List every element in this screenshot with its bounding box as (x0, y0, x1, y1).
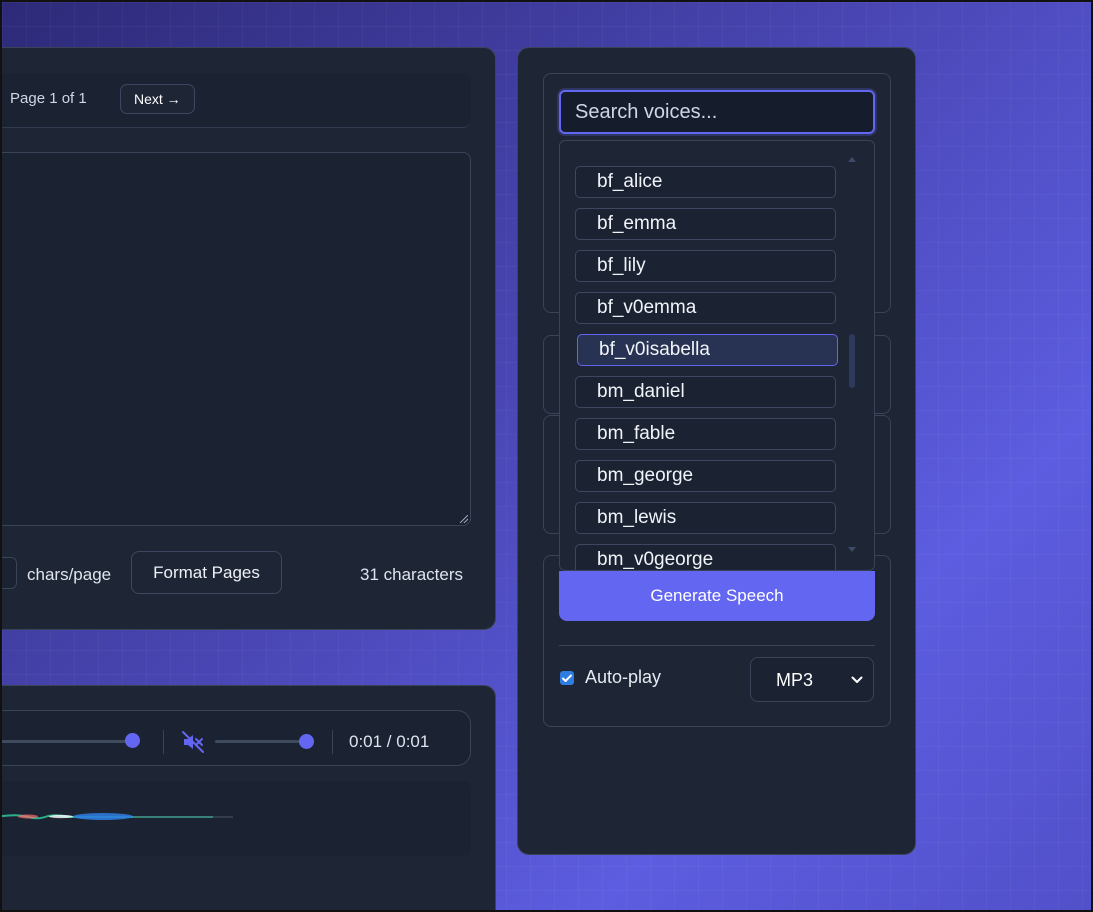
section-divider (559, 645, 875, 646)
voice-option-selected[interactable]: bf_v0isabella (577, 334, 838, 366)
app-background: { "editor": { "page_label": "Page 1 of 1… (0, 0, 1093, 912)
pagination-bar: Page 1 of 1 Next → (2, 73, 471, 128)
playback-time: 0:01 / 0:01 (349, 732, 430, 751)
text-input-area[interactable] (2, 152, 471, 526)
controls-divider (332, 730, 333, 754)
page-indicator: Page 1 of 1 (10, 90, 87, 107)
voice-dropdown-list[interactable]: bf_alice bf_emma bf_lily bf_v0emma bf_v0… (559, 140, 875, 571)
voice-settings-panel: bf_alice bf_emma bf_lily bf_v0emma bf_v0… (517, 47, 916, 855)
text-editor-panel: Page 1 of 1 Next → chars/page Format Pag… (2, 47, 496, 630)
autoplay-label: Auto-play (585, 667, 662, 687)
volume-slider[interactable] (215, 740, 305, 743)
seek-slider-thumb[interactable] (125, 733, 140, 748)
volume-slider-thumb[interactable] (299, 734, 314, 749)
chars-per-page-input[interactable] (2, 557, 17, 589)
chevron-down-icon (851, 676, 863, 683)
waveform-graphic (2, 813, 233, 820)
voice-option[interactable]: bm_lewis (575, 502, 836, 534)
scroll-up-icon[interactable] (848, 157, 856, 162)
controls-divider (163, 730, 164, 754)
character-count: 31 characters (360, 565, 463, 584)
voice-option[interactable]: bf_alice (575, 166, 836, 198)
voice-option[interactable]: bf_v0emma (575, 292, 836, 324)
generate-speech-button[interactable]: Generate Speech (559, 571, 875, 621)
autoplay-checkbox[interactable] (560, 671, 574, 685)
resize-handle-icon[interactable] (460, 515, 468, 523)
voice-option[interactable]: bf_lily (575, 250, 836, 282)
format-pages-button[interactable]: Format Pages (131, 551, 282, 594)
voice-option[interactable]: bf_emma (575, 208, 836, 240)
volume-muted-icon[interactable] (181, 730, 205, 754)
chars-per-page-label: chars/page (27, 565, 112, 584)
voice-option[interactable]: bm_george (575, 460, 836, 492)
voice-search-input[interactable] (559, 90, 875, 134)
voice-option[interactable]: bm_v0george (575, 544, 836, 570)
waveform-visualizer (2, 781, 471, 856)
checkmark-icon (562, 674, 572, 682)
scroll-down-icon[interactable] (848, 547, 856, 552)
next-page-button[interactable]: Next → (120, 84, 195, 114)
seek-slider[interactable] (2, 740, 126, 743)
voice-option[interactable]: bm_daniel (575, 376, 836, 408)
format-select-value: MP3 (776, 670, 814, 690)
audio-player-panel: 0:01 / 0:01 (2, 685, 496, 910)
audio-format-select[interactable]: MP3 (750, 657, 874, 702)
voice-option[interactable]: bm_fable (575, 418, 836, 450)
dropdown-scrollbar[interactable] (849, 334, 855, 388)
